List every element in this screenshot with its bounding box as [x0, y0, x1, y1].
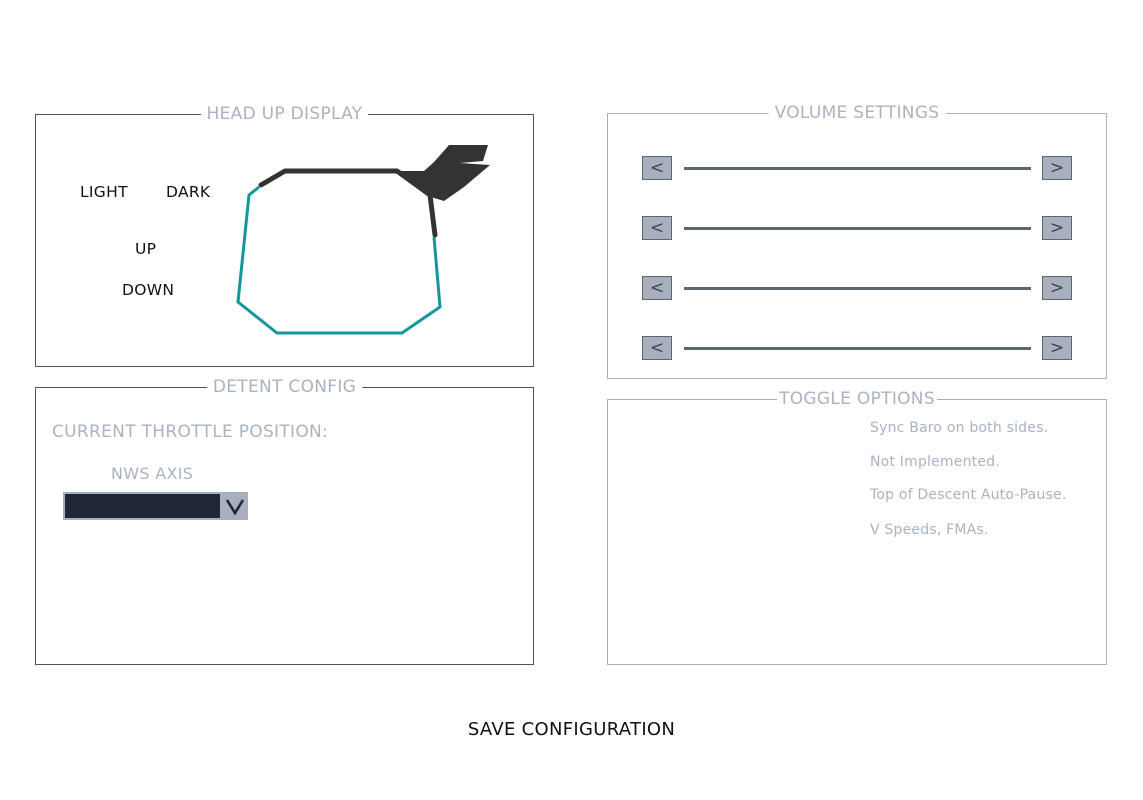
volume-slider-1[interactable]: < > [642, 156, 1074, 182]
volume-decrease-button[interactable]: < [642, 276, 672, 300]
volume-decrease-button[interactable]: < [642, 336, 672, 360]
volume-track[interactable] [684, 167, 1031, 170]
toggle-panel: TOGGLE OPTIONS Sync Baro on both sides. … [607, 388, 1107, 665]
hud-light-option[interactable]: LIGHT [80, 183, 128, 201]
hud-panel: HEAD UP DISPLAY LIGHT DARK UP DOWN [35, 103, 534, 367]
nws-axis-dropdown[interactable] [63, 492, 248, 520]
volume-decrease-button[interactable]: < [642, 156, 672, 180]
volume-slider-3[interactable]: < > [642, 276, 1074, 302]
toggle-sync-baro[interactable]: Sync Baro on both sides. [870, 420, 1048, 436]
hud-down-option[interactable]: DOWN [122, 281, 174, 299]
toggle-not-implemented[interactable]: Not Implemented. [870, 454, 1000, 470]
volume-panel-title: VOLUME SETTINGS [768, 102, 946, 124]
detent-panel: DETENT CONFIG CURRENT THROTTLE POSITION:… [35, 376, 534, 665]
volume-slider-4[interactable]: < > [642, 336, 1074, 362]
toggle-panel-title: TOGGLE OPTIONS [777, 388, 937, 410]
volume-increase-button[interactable]: > [1042, 156, 1072, 180]
hud-up-option[interactable]: UP [135, 240, 156, 258]
detent-panel-title: DETENT CONFIG [206, 376, 363, 398]
volume-track[interactable] [684, 227, 1031, 230]
throttle-position-label: CURRENT THROTTLE POSITION: [52, 422, 329, 442]
nws-axis-value[interactable] [65, 494, 220, 518]
volume-track[interactable] [684, 287, 1031, 290]
nws-axis-label: NWS AXIS [111, 464, 194, 483]
volume-track[interactable] [684, 347, 1031, 350]
hud-combiner-icon [236, 145, 490, 335]
save-configuration-button[interactable]: SAVE CONFIGURATION [0, 719, 1143, 740]
volume-decrease-button[interactable]: < [642, 216, 672, 240]
toggle-tod-auto-pause[interactable]: Top of Descent Auto-Pause. [870, 487, 1066, 503]
volume-slider-2[interactable]: < > [642, 216, 1074, 242]
volume-panel: VOLUME SETTINGS < > < > < > < > [607, 102, 1107, 379]
volume-increase-button[interactable]: > [1042, 336, 1072, 360]
volume-increase-button[interactable]: > [1042, 276, 1072, 300]
hud-dark-option[interactable]: DARK [166, 183, 210, 201]
chevron-down-icon[interactable] [224, 496, 246, 516]
toggle-v-speeds[interactable]: V Speeds, FMAs. [870, 522, 989, 538]
volume-increase-button[interactable]: > [1042, 216, 1072, 240]
